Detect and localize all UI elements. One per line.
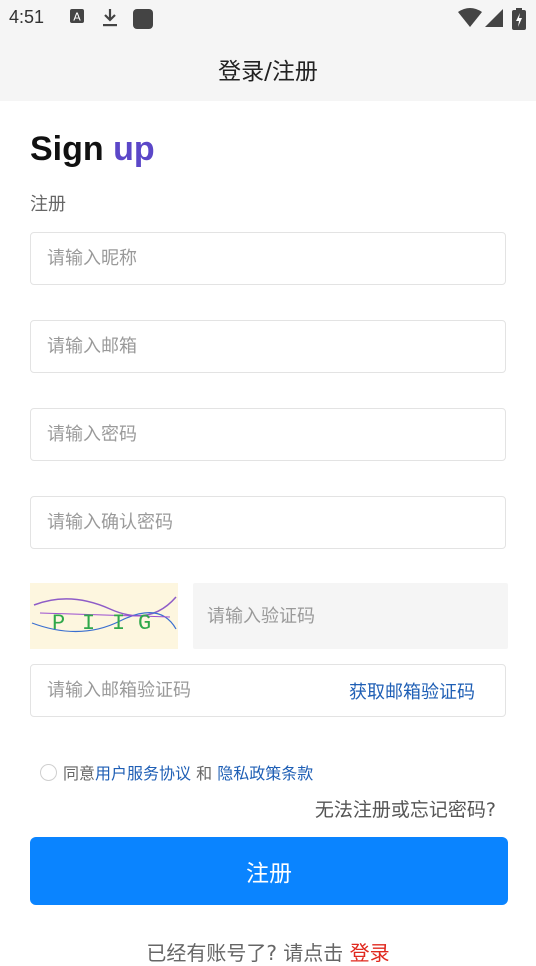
login-link[interactable]: 登录 [350, 941, 390, 965]
app-bar: 登录/注册 [0, 36, 536, 101]
status-time: 4:51 [9, 7, 45, 27]
agreement-row: 同意 用户服务协议 和 隐私政策条款 [40, 760, 313, 784]
status-bar: 4:51 A [0, 0, 536, 36]
captcha-char-1: P [52, 611, 65, 636]
get-email-code-button[interactable]: 获取邮箱验证码 [349, 678, 475, 704]
cell-signal-icon [485, 9, 503, 27]
heading-word-sign: Sign [30, 130, 104, 168]
email-code-input[interactable] [31, 680, 343, 701]
email-code-field[interactable]: 获取邮箱验证码 [30, 664, 506, 717]
agreement-prefix: 同意 [63, 764, 96, 783]
forgot-password-link[interactable]: 无法注册或忘记密码? [315, 795, 496, 822]
battery-icon [512, 8, 526, 30]
confirm-password-input[interactable] [31, 512, 505, 533]
confirm-password-field[interactable] [30, 496, 506, 549]
password-input[interactable] [31, 424, 505, 445]
heading-word-up: up [113, 130, 155, 168]
privacy-link[interactable]: 隐私政策条款 [217, 760, 313, 784]
agreement-and: 和 [191, 764, 218, 783]
square-notification-icon [133, 9, 153, 29]
wifi-icon [458, 8, 482, 27]
app-bar-title: 登录/注册 [218, 58, 318, 85]
captcha-field[interactable] [193, 583, 508, 649]
register-button-label: 注册 [246, 861, 292, 887]
captcha-char-3: I [112, 611, 125, 636]
password-field[interactable] [30, 408, 506, 461]
footer-login-prompt: 已经有账号了? 请点击 登录 [0, 937, 536, 966]
page-subheading: 注册 [30, 194, 66, 215]
page-heading: Sign up [30, 130, 155, 169]
register-button[interactable]: 注册 [30, 837, 508, 905]
email-input[interactable] [31, 336, 505, 357]
email-field[interactable] [30, 320, 506, 373]
captcha-char-4: G [138, 611, 151, 636]
nickname-field[interactable] [30, 232, 506, 285]
terms-link[interactable]: 用户服务协议 [95, 760, 191, 784]
download-icon [103, 9, 117, 27]
captcha-image[interactable]: P I I G [30, 583, 178, 649]
footer-text: 已经有账号了? 请点击 [146, 941, 350, 965]
a-notification-icon: A [70, 9, 84, 24]
svg-text:A: A [73, 11, 81, 24]
agree-radio[interactable] [40, 763, 57, 781]
nickname-input[interactable] [31, 248, 505, 269]
captcha-char-2: I [82, 611, 95, 636]
captcha-input[interactable] [193, 605, 508, 627]
